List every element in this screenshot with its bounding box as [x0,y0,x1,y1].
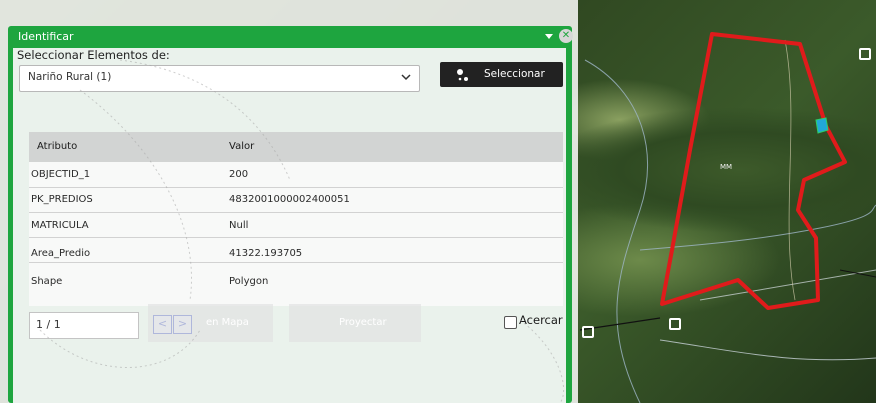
parcel-label: MM [720,163,733,171]
watermark [39,59,565,403]
map-point-marker[interactable] [859,48,871,60]
map-point-marker[interactable] [669,318,681,330]
parcel-polygon [660,32,847,310]
map-point-marker[interactable] [582,326,594,338]
